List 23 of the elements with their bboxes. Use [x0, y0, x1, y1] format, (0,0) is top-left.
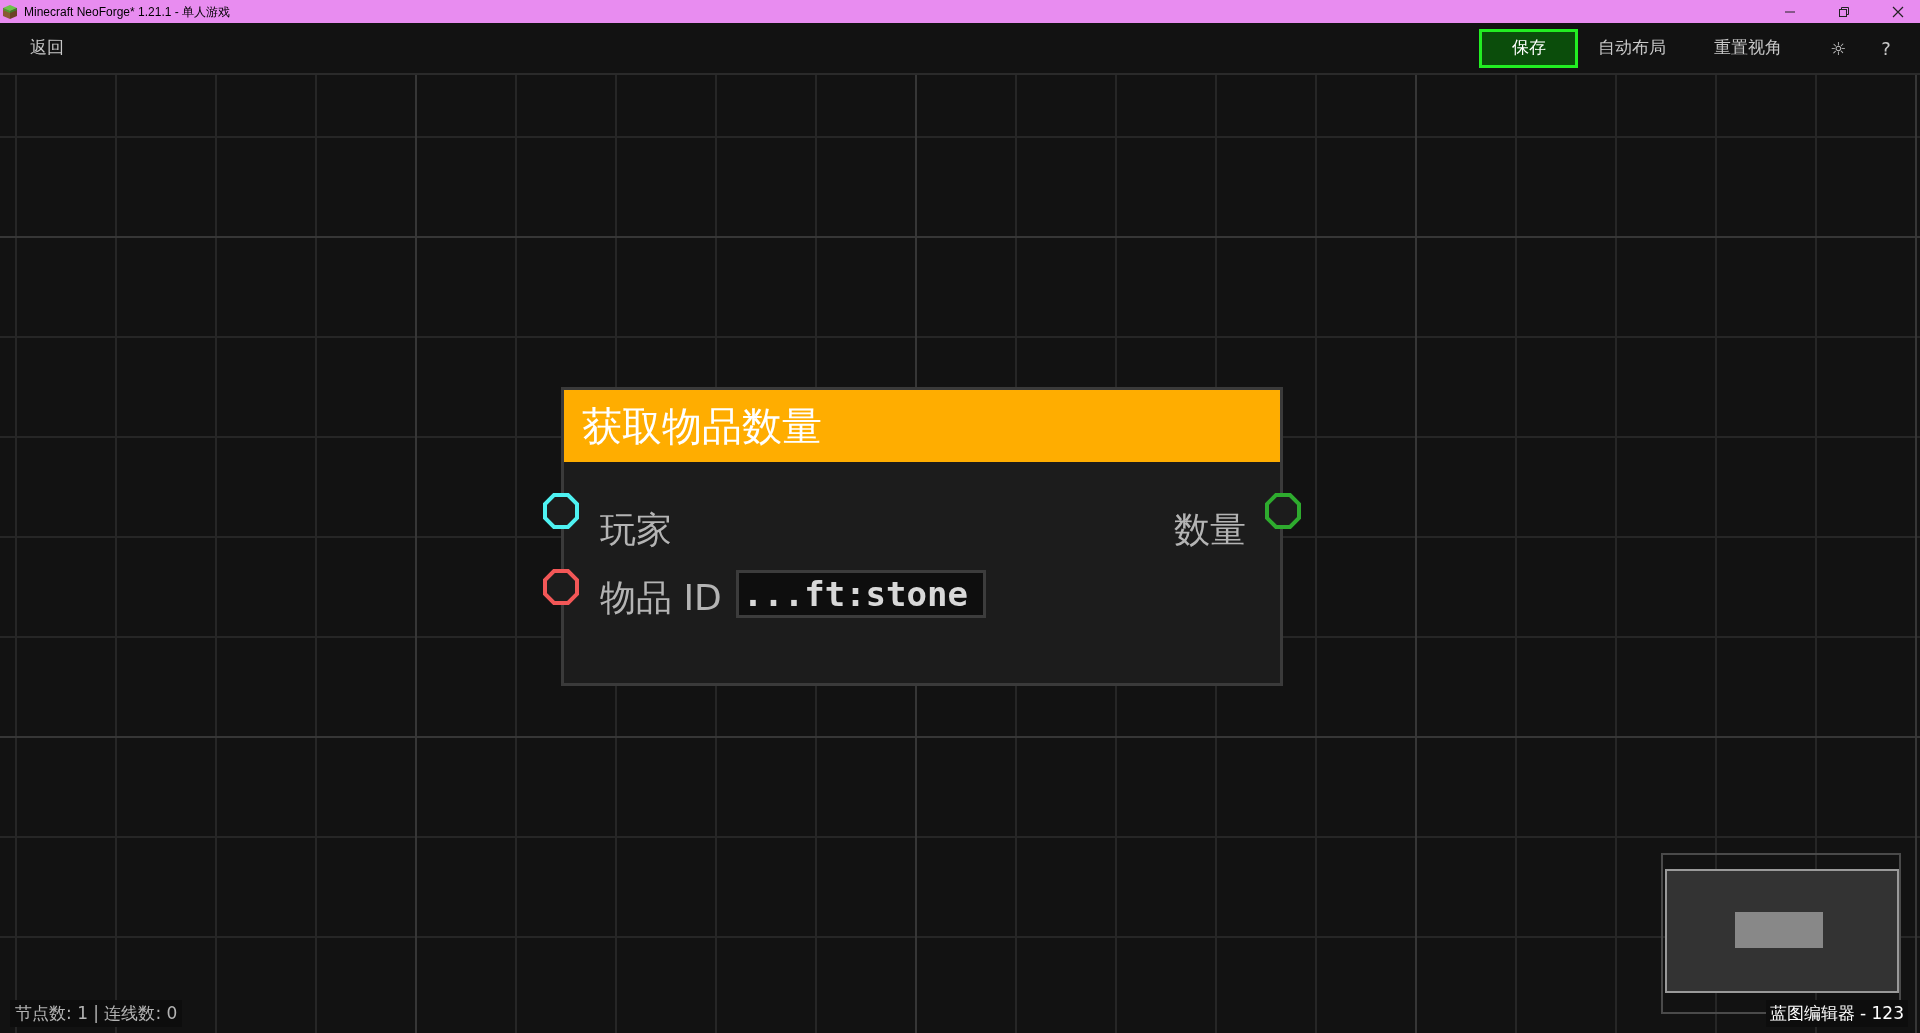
- node-title: 获取物品数量: [582, 402, 822, 451]
- node-card[interactable]: 获取物品数量 玩家 物品 ID ...ft:stone 数量: [561, 387, 1283, 686]
- editor-label: 蓝图编辑器 - 123: [1765, 999, 1908, 1027]
- pin-icon[interactable]: [542, 568, 580, 606]
- toolbar-icon-button[interactable]: ☼: [1818, 28, 1858, 68]
- item-id-field[interactable]: ...ft:stone: [735, 570, 986, 618]
- toolbar-button[interactable]: 自动布局: [1586, 28, 1678, 68]
- status-counts: 节点数: 1 | 连线数: 0: [10, 999, 183, 1027]
- pin-label: 数量: [1174, 508, 1246, 552]
- minimap-viewport[interactable]: [1665, 869, 1899, 993]
- save-button[interactable]: 保存: [1479, 28, 1578, 68]
- node-canvas[interactable]: 获取物品数量 玩家 物品 ID ...ft:stone 数量 节点数: 1 | 连线数: 0 蓝图编辑器 - 123: [0, 75, 1920, 1033]
- field-value: ...ft:stone: [742, 572, 968, 616]
- grass-block-icon: [2, 3, 18, 20]
- toolbar-icon-button[interactable]: ?: [1866, 28, 1906, 68]
- pin-label: 物品 ID: [600, 576, 722, 620]
- toolbar-button[interactable]: 重置视角: [1702, 28, 1794, 68]
- back-button[interactable]: 返回: [30, 35, 64, 61]
- pin-label: 玩家: [600, 508, 672, 552]
- restore-icon[interactable]: [1838, 5, 1850, 18]
- pin-icon[interactable]: [1264, 492, 1302, 530]
- window-title: Minecraft NeoForge* 1.21.1 - 单人游戏: [24, 3, 231, 21]
- close-icon[interactable]: [1892, 5, 1904, 18]
